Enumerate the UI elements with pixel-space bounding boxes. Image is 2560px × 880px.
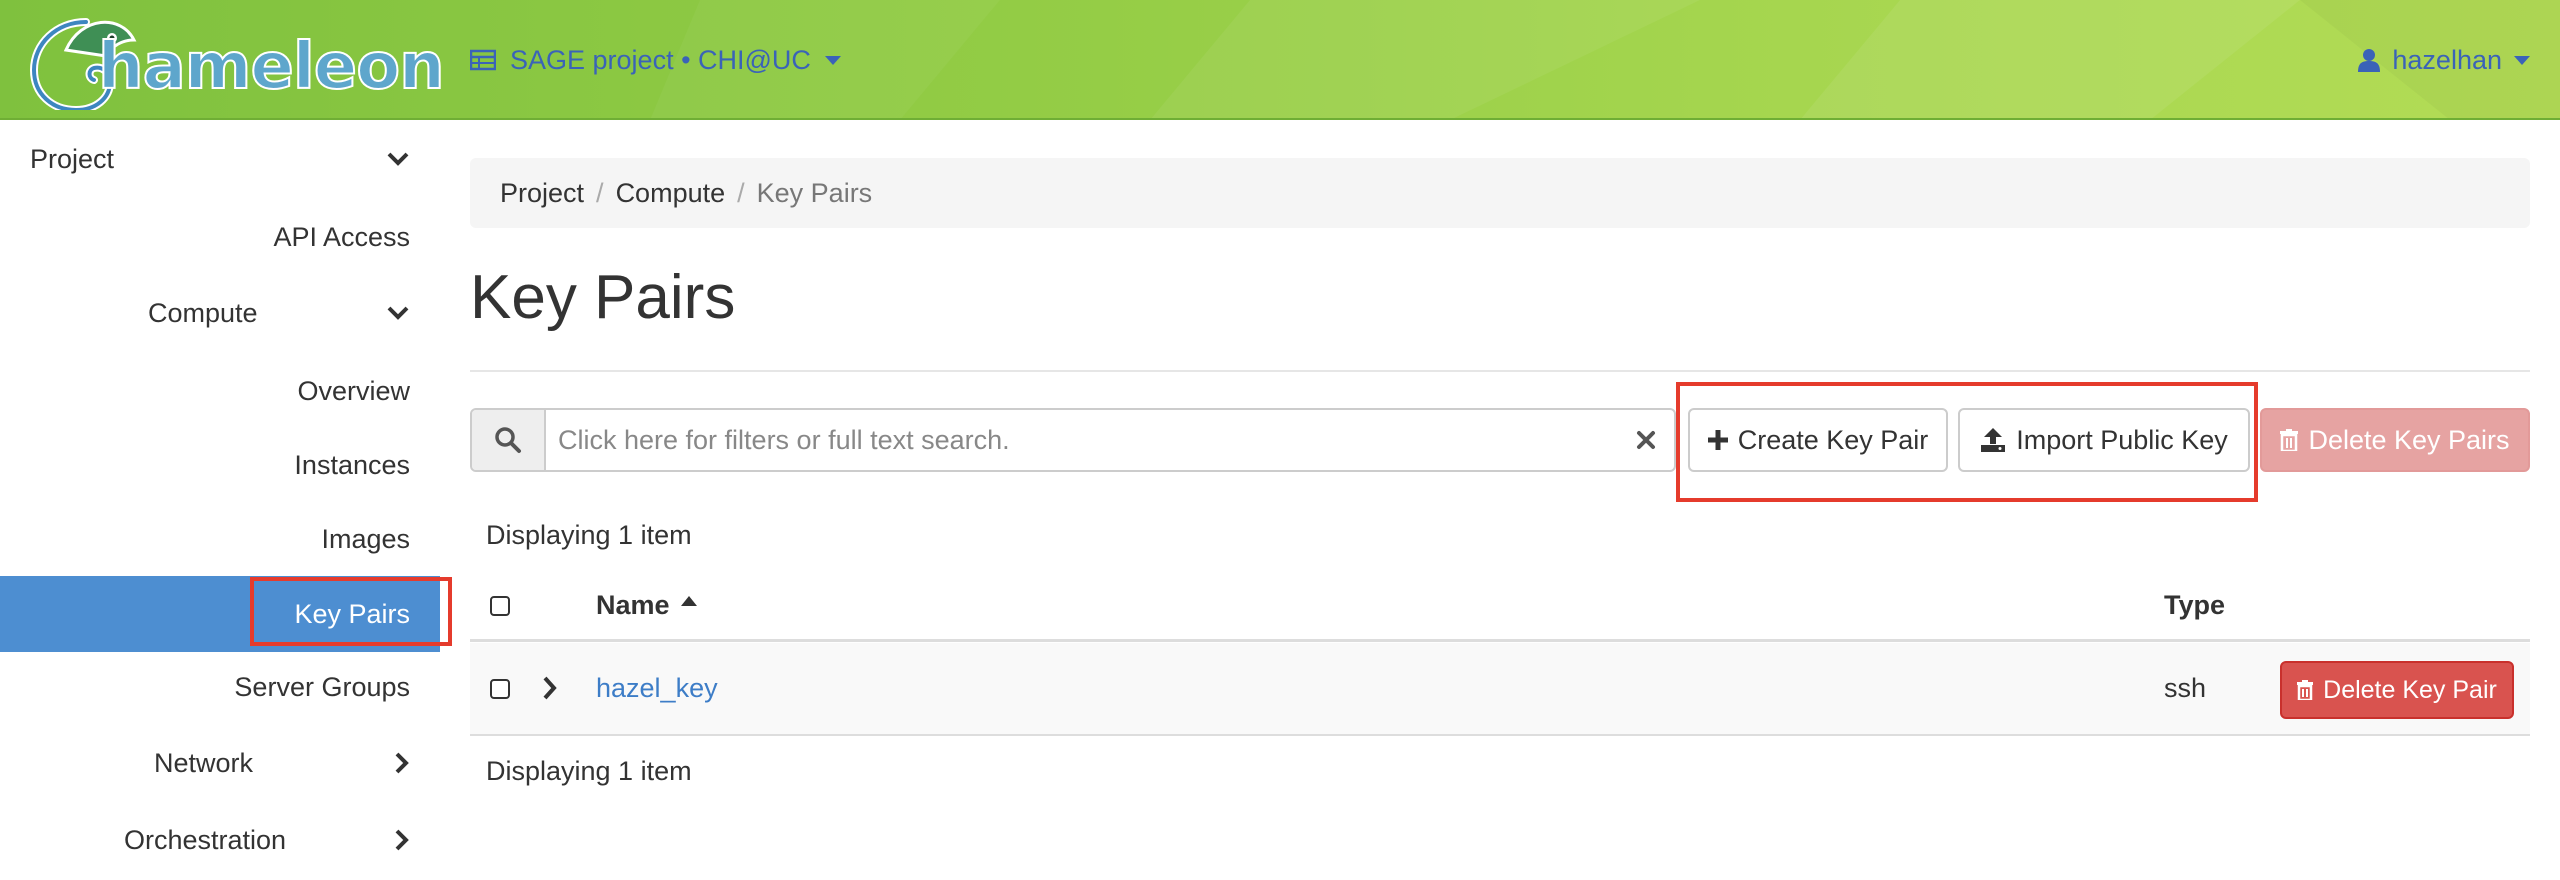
sidebar-item-label: Project [30, 143, 115, 174]
sidebar: Project API Access Compute Overview Inst… [0, 122, 440, 880]
sidebar-item-server-groups[interactable]: Server Groups [0, 650, 440, 724]
caret-down-icon [824, 55, 841, 65]
trash-icon [2297, 680, 2314, 700]
sidebar-item-label: Compute [148, 297, 258, 328]
user-menu-label: hazelhan [2392, 44, 2502, 75]
column-header-name-label: Name [596, 590, 670, 620]
chevron-down-icon [386, 122, 410, 196]
delete-key-pair-button[interactable]: Delete Key Pair [2280, 661, 2514, 719]
sidebar-item-instances[interactable]: Instances [0, 428, 440, 502]
table-icon [470, 49, 496, 71]
sidebar-item-label: Network [154, 747, 254, 778]
sidebar-item-label: Orchestration [124, 824, 287, 855]
sidebar-item-network[interactable]: Network [0, 726, 440, 800]
title-divider [470, 370, 2530, 372]
search-input[interactable] [546, 410, 1618, 470]
chevron-right-icon [394, 803, 410, 877]
annotation-highlight-key-pairs [250, 577, 452, 646]
chevron-right-icon[interactable] [542, 675, 558, 706]
delete-key-pairs-label: Delete Key Pairs [2308, 424, 2510, 455]
row-checkbox[interactable] [490, 679, 510, 699]
breadcrumb-separator: / [737, 177, 745, 208]
sidebar-item-compute[interactable]: Compute [0, 276, 440, 350]
item-count-bottom: Displaying 1 item [486, 756, 692, 786]
page-title: Key Pairs [470, 263, 736, 332]
delete-key-pairs-button[interactable]: Delete Key Pairs [2260, 408, 2530, 472]
logo-wordmark: hameleon [97, 29, 446, 105]
breadcrumb-separator: / [596, 177, 604, 208]
breadcrumb-item-project[interactable]: Project [500, 178, 584, 209]
key-pair-type: ssh [2164, 673, 2207, 703]
user-icon [2358, 49, 2381, 72]
sidebar-item-images[interactable]: Images [0, 502, 440, 576]
annotation-highlight-toolbar [1676, 382, 2258, 502]
sidebar-item-overview[interactable]: Overview [0, 354, 440, 428]
table-row: hazel_key ssh Delete Key Pair [470, 643, 2530, 736]
sidebar-item-label: Overview [297, 375, 410, 406]
project-switcher[interactable]: SAGE project • CHI@UC [470, 38, 841, 82]
sort-up-icon [680, 595, 697, 606]
chevron-right-icon [394, 726, 410, 800]
chameleon-logo[interactable]: hameleon [26, 10, 446, 110]
column-header-name[interactable]: Name [596, 590, 698, 621]
sidebar-item-label: Instances [294, 449, 410, 480]
sidebar-item-label: API Access [273, 221, 410, 252]
user-menu[interactable]: hazelhan [2358, 38, 2530, 82]
project-switcher-label: SAGE project • CHI@UC [510, 44, 811, 75]
search-bar [470, 408, 1676, 472]
breadcrumb: Project / Compute / Key Pairs [470, 158, 2530, 228]
caret-down-icon [2514, 55, 2530, 65]
sidebar-item-project[interactable]: Project [0, 122, 440, 196]
delete-key-pair-label: Delete Key Pair [2323, 675, 2497, 704]
sidebar-item-api-access[interactable]: API Access [0, 200, 440, 274]
sidebar-item-label: Images [321, 523, 410, 554]
breadcrumb-item-compute[interactable]: Compute [616, 178, 726, 209]
clear-search-icon[interactable] [1618, 410, 1674, 470]
trash-icon [2280, 429, 2299, 451]
search-icon[interactable] [472, 410, 546, 470]
breadcrumb-item-current: Key Pairs [756, 177, 873, 208]
column-header-type: Type [2164, 590, 2226, 620]
sidebar-item-orchestration[interactable]: Orchestration [0, 803, 440, 877]
select-all-checkbox[interactable] [490, 596, 510, 616]
chevron-down-icon [386, 276, 410, 350]
table-header: Name Type [470, 570, 2530, 642]
sidebar-item-label: Server Groups [234, 671, 410, 702]
top-navbar: hameleon SAGE project • CHI@UC hazelhan [0, 0, 2560, 120]
item-count-top: Displaying 1 item [486, 520, 692, 550]
key-pair-name-link[interactable]: hazel_key [596, 673, 718, 704]
